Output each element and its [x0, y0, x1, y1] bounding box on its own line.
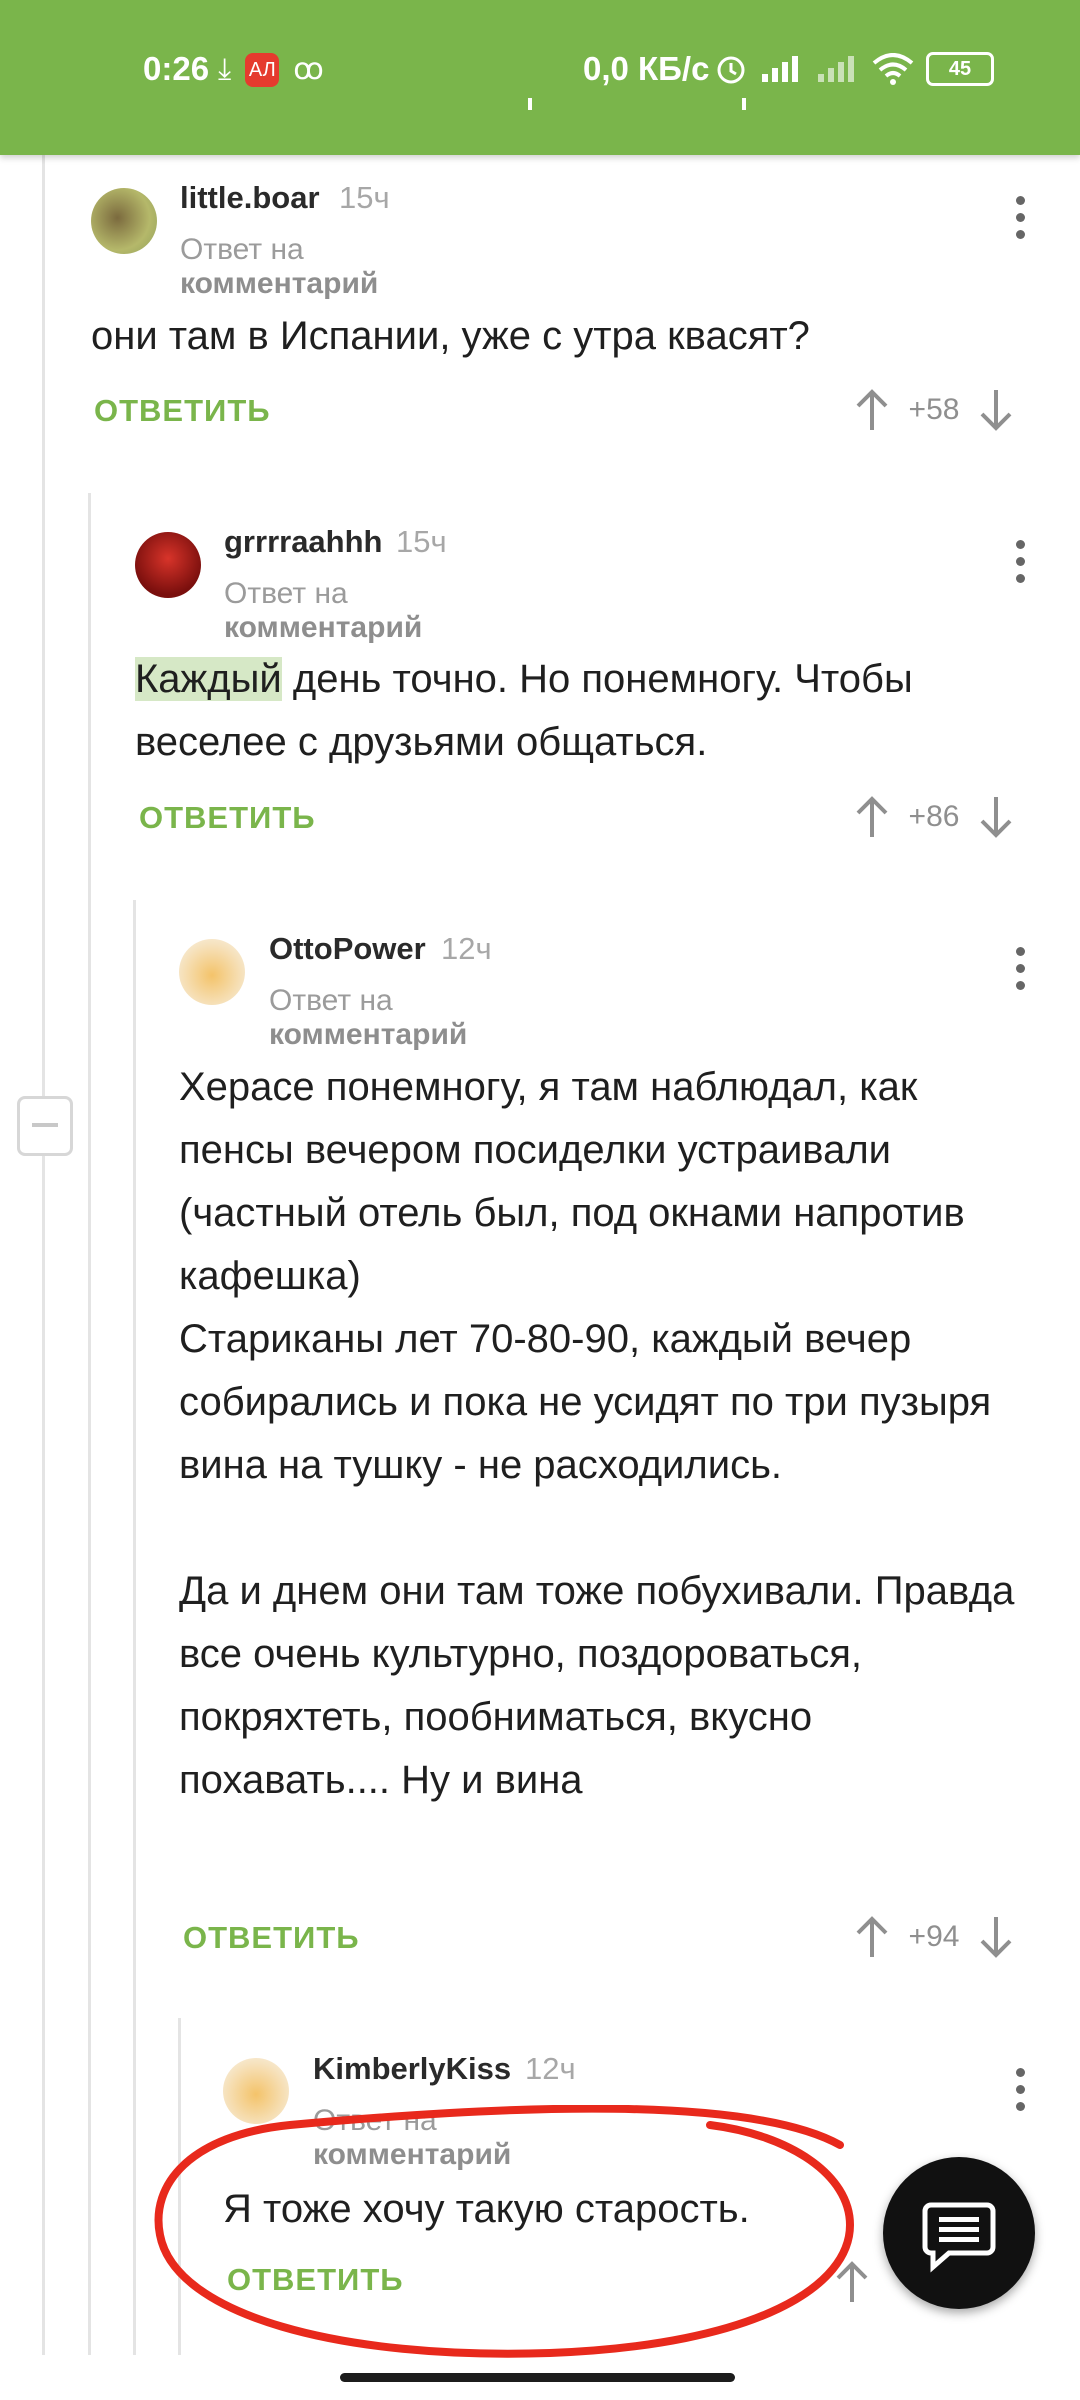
network-speed: 0,0 КБ/с [583, 50, 710, 87]
avatar[interactable] [223, 2058, 289, 2124]
alarm-icon [717, 56, 745, 84]
username[interactable]: grrrraahhh [224, 524, 382, 560]
collapse-thread-button[interactable] [17, 1096, 73, 1156]
reply-prefix: Ответ на [224, 577, 348, 610]
score: +94 [908, 1920, 960, 1953]
username[interactable]: OttoPower [269, 931, 426, 967]
vote-controls: +58 [850, 388, 1018, 432]
comment-time: 12ч [525, 2051, 576, 2086]
thread-line [88, 493, 91, 2355]
comment-time: 15ч [396, 524, 447, 559]
reply-button[interactable]: ОТВЕТИТЬ [183, 1920, 360, 1956]
more-options-icon[interactable] [1016, 540, 1026, 584]
reply-to-line: Ответ на комментарий [269, 984, 467, 1052]
score: +86 [908, 800, 960, 833]
comment-text: они там в Испании, уже с утра квасят? [91, 314, 810, 358]
more-options-icon[interactable] [1016, 947, 1026, 991]
signal-icon [762, 56, 798, 82]
odnoklassniki-icon: ꝏ [293, 53, 324, 86]
comment-time: 12ч [441, 931, 492, 966]
avatar[interactable] [91, 188, 157, 254]
score: +58 [908, 393, 960, 426]
vote-controls: +94 [850, 1915, 1018, 1959]
status-bar: 0:26 ⤓ АЛ ꝏ 0,0 КБ/с 45 [0, 0, 1080, 155]
status-divider [528, 98, 532, 110]
system-icons: 45 [714, 52, 994, 86]
upvote-icon[interactable] [850, 1915, 894, 1959]
reply-target-link[interactable]: комментарий [313, 2138, 511, 2171]
gesture-navigation-bar[interactable] [340, 2373, 735, 2382]
comment-text: Каждый день точно. Но понемногу. Чтобы в… [135, 648, 1025, 774]
thread-line [133, 900, 136, 2355]
reply-button[interactable]: ОТВЕТИТЬ [139, 800, 316, 836]
search-highlight: Каждый [135, 657, 282, 701]
downvote-icon[interactable] [974, 388, 1018, 432]
downvote-icon[interactable] [974, 1915, 1018, 1959]
reply-target-link[interactable]: комментарий [269, 1018, 467, 1051]
reply-to-line: Ответ на комментарий [180, 233, 378, 301]
reply-prefix: Ответ на [313, 2104, 437, 2137]
upvote-icon[interactable] [830, 2260, 874, 2304]
reply-button[interactable]: ОТВЕТИТЬ [227, 2262, 404, 2298]
vote-controls: +86 [850, 795, 1018, 839]
vote-controls [830, 2260, 874, 2304]
comment-fab-button[interactable] [883, 2157, 1035, 2309]
thread-line [42, 155, 45, 2355]
username[interactable]: little.boar [180, 180, 320, 216]
reply-prefix: Ответ на [269, 984, 393, 1017]
thread-line [178, 2018, 181, 2355]
comment-time: 15ч [339, 180, 390, 215]
avatar[interactable] [179, 939, 245, 1005]
battery-icon: 45 [926, 52, 994, 86]
download-icon: ⤓ [218, 52, 232, 86]
comment-text: Херасе понемногу, я там наблюдал, как пе… [179, 1065, 1015, 1802]
status-divider [742, 98, 746, 110]
aliexpress-app-icon: АЛ [245, 52, 280, 87]
more-options-icon[interactable] [1016, 196, 1026, 240]
reply-target-link[interactable]: комментарий [224, 611, 422, 644]
reply-target-link[interactable]: комментарий [180, 267, 378, 300]
reply-to-line: Ответ на комментарий [313, 2104, 511, 2172]
chat-icon [922, 2202, 996, 2273]
reply-button[interactable]: ОТВЕТИТЬ [94, 393, 271, 429]
status-time: 0:26 [143, 50, 210, 87]
username[interactable]: KimberlyKiss [313, 2051, 511, 2087]
more-options-icon[interactable] [1016, 2068, 1026, 2112]
downvote-icon[interactable] [974, 795, 1018, 839]
avatar[interactable] [135, 532, 201, 598]
upvote-icon[interactable] [850, 795, 894, 839]
notification-icons: ⤓ АЛ ꝏ [218, 52, 324, 87]
upvote-icon[interactable] [850, 388, 894, 432]
reply-to-line: Ответ на комментарий [224, 577, 422, 645]
reply-prefix: Ответ на [180, 233, 304, 266]
comment-text: Я тоже хочу такую старость. [223, 2187, 750, 2231]
wifi-icon [872, 53, 914, 85]
signal-icon [818, 56, 854, 82]
